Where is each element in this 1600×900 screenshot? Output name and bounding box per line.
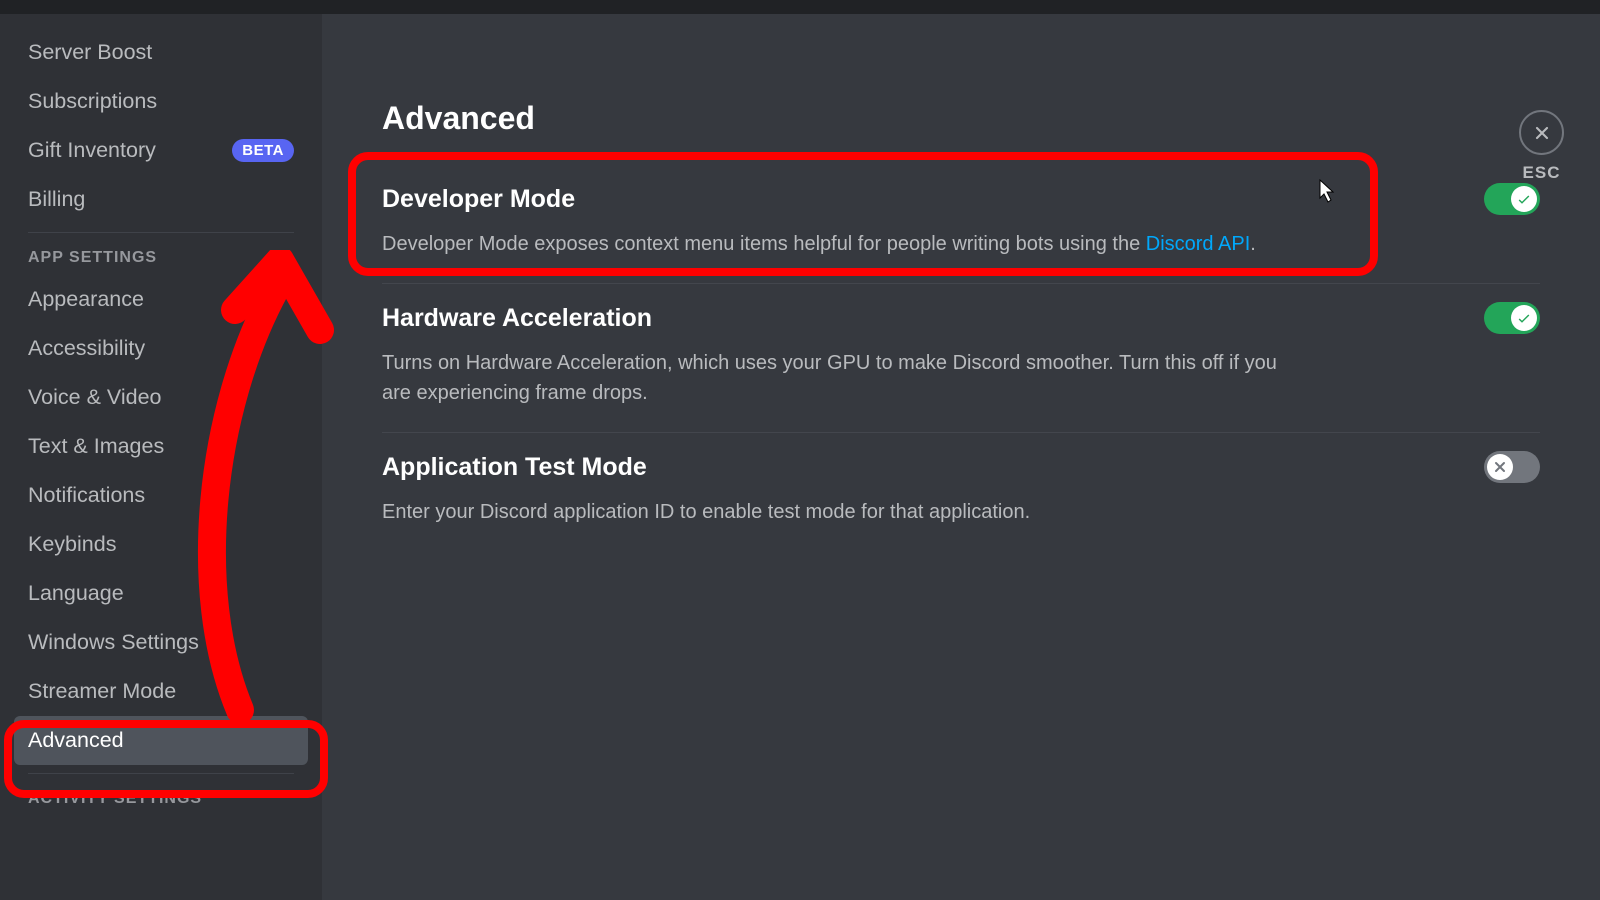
sidebar-item-label: Appearance [28, 287, 144, 312]
toggle-knob [1487, 454, 1513, 480]
sidebar-item-appearance[interactable]: Appearance [14, 275, 308, 324]
sidebar-item-billing[interactable]: Billing [14, 175, 308, 224]
developer-mode-toggle[interactable] [1484, 183, 1540, 215]
setting-hardware-acceleration: Hardware Acceleration Turns on Hardware … [382, 284, 1540, 432]
discord-api-link[interactable]: Discord API [1146, 233, 1250, 255]
sidebar-item-keybinds[interactable]: Keybinds [14, 520, 308, 569]
close-button[interactable] [1519, 110, 1564, 155]
sidebar-item-label: Notifications [28, 483, 145, 508]
desc-text: . [1250, 233, 1256, 255]
sidebar-item-label: Advanced [28, 728, 124, 753]
sidebar-divider [28, 232, 294, 233]
setting-title: Hardware Acceleration [382, 304, 652, 333]
setting-developer-mode: Developer Mode Developer Mode exposes co… [382, 165, 1540, 283]
sidebar-item-label: Subscriptions [28, 89, 157, 114]
sidebar-item-windows-settings[interactable]: Windows Settings [14, 618, 308, 667]
setting-description: Enter your Discord application ID to ena… [382, 497, 1302, 527]
sidebar-section-app-settings: APP SETTINGS [14, 241, 308, 275]
sidebar-item-gift-inventory[interactable]: Gift Inventory BETA [14, 126, 308, 175]
setting-description: Turns on Hardware Acceleration, which us… [382, 348, 1302, 408]
check-icon [1516, 310, 1532, 326]
sidebar-item-text-images[interactable]: Text & Images [14, 422, 308, 471]
beta-badge: BETA [232, 139, 294, 162]
sidebar-item-label: Voice & Video [28, 385, 161, 410]
sidebar-item-label: Billing [28, 187, 85, 212]
setting-description: Developer Mode exposes context menu item… [382, 229, 1302, 259]
settings-sidebar: Server Boost Subscriptions Gift Inventor… [0, 0, 322, 900]
sidebar-item-label: Accessibility [28, 336, 145, 361]
sidebar-item-label: Streamer Mode [28, 679, 176, 704]
sidebar-item-label: Text & Images [28, 434, 164, 459]
toggle-knob [1511, 186, 1537, 212]
settings-main-panel: Advanced Developer Mode Developer Mode e… [322, 0, 1600, 900]
sidebar-item-label: Server Boost [28, 40, 152, 65]
hardware-acceleration-toggle[interactable] [1484, 302, 1540, 334]
application-test-mode-toggle[interactable] [1484, 451, 1540, 483]
esc-label: ESC [1519, 163, 1564, 183]
page-title: Advanced [382, 100, 1540, 137]
setting-title: Application Test Mode [382, 453, 647, 482]
sidebar-item-label: Language [28, 581, 124, 606]
sidebar-item-server-boost[interactable]: Server Boost [14, 28, 308, 77]
check-icon [1516, 191, 1532, 207]
close-icon [1532, 123, 1552, 143]
sidebar-item-voice-video[interactable]: Voice & Video [14, 373, 308, 422]
sidebar-divider [28, 773, 294, 774]
sidebar-item-accessibility[interactable]: Accessibility [14, 324, 308, 373]
close-settings: ESC [1519, 110, 1564, 183]
desc-text: Developer Mode exposes context menu item… [382, 233, 1146, 255]
sidebar-item-label: Gift Inventory [28, 138, 156, 163]
sidebar-item-label: Keybinds [28, 532, 116, 557]
toggle-knob [1511, 305, 1537, 331]
window-topbar [0, 0, 1600, 14]
setting-title: Developer Mode [382, 185, 575, 214]
sidebar-item-streamer-mode[interactable]: Streamer Mode [14, 667, 308, 716]
sidebar-section-activity-settings: ACTIVITY SETTINGS [14, 782, 308, 816]
setting-application-test-mode: Application Test Mode Enter your Discord… [382, 433, 1540, 551]
sidebar-item-advanced[interactable]: Advanced [14, 716, 308, 765]
sidebar-item-subscriptions[interactable]: Subscriptions [14, 77, 308, 126]
sidebar-item-label: Windows Settings [28, 630, 199, 655]
sidebar-item-language[interactable]: Language [14, 569, 308, 618]
sidebar-item-notifications[interactable]: Notifications [14, 471, 308, 520]
x-icon [1492, 459, 1508, 475]
